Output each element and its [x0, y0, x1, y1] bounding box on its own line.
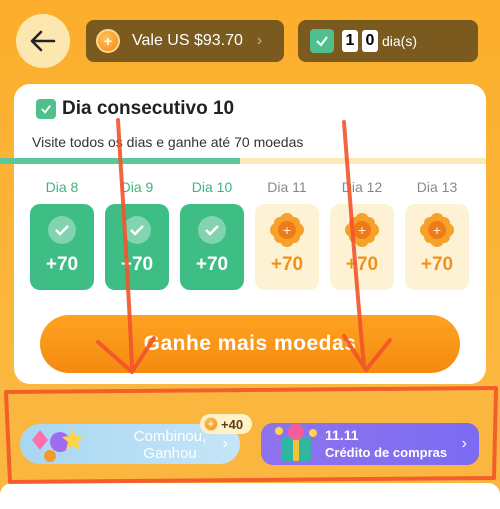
day-reward-box: +70 — [180, 204, 244, 290]
game-gems-icon — [32, 428, 84, 462]
streak-digit: 0 — [362, 30, 378, 52]
shopping-credit-date: 11.11 — [325, 427, 359, 443]
check-icon — [123, 216, 151, 244]
day-item: Dia 8 +70 — [30, 176, 94, 290]
day-label: Dia 10 — [191, 179, 233, 195]
card-title-text: Dia consecutivo 10 — [62, 98, 235, 119]
day-reward: +70 — [420, 254, 454, 275]
coin-flower-icon: + — [420, 213, 454, 247]
svg-text:+: + — [282, 224, 291, 237]
streak-digit: 1 — [342, 30, 358, 52]
day-label: Dia 9 — [120, 179, 154, 195]
day-label: Dia 11 — [267, 179, 307, 195]
streak-pill[interactable]: 1 0 dia(s) — [298, 20, 478, 62]
day-reward: +70 — [345, 254, 379, 275]
coin-icon: + — [204, 417, 218, 431]
earn-more-coins-button[interactable]: Ganhe mais moedas — [40, 315, 460, 373]
chevron-right-icon: › — [461, 435, 467, 452]
day-item: Dia 11 + +70 — [255, 176, 319, 290]
day-reward-box: +70 — [105, 204, 169, 290]
reward-badge: + +40 — [200, 414, 252, 434]
back-button[interactable] — [16, 14, 70, 68]
check-icon — [48, 216, 76, 244]
progress-track-remaining — [240, 158, 486, 164]
coin-flower-icon: + — [345, 213, 379, 247]
streak-unit: dia(s) — [382, 33, 418, 49]
day-reward: +70 — [195, 254, 229, 275]
coin-icon: + — [96, 29, 120, 53]
day-reward: +70 — [45, 254, 79, 275]
calendar-check-icon — [310, 29, 334, 53]
check-icon — [198, 216, 226, 244]
shopping-credit-title: Crédito de compras — [325, 445, 448, 460]
card-subtitle: Visite todos os dias e ganhe até 70 moed… — [32, 134, 304, 150]
coin-flower-icon: + — [270, 213, 304, 247]
day-item: Dia 13 + +70 — [405, 176, 469, 290]
bottom-sheet — [0, 483, 500, 509]
reward-badge-value: +40 — [221, 416, 244, 432]
shopping-credit-promo[interactable]: 11.11 Crédito de compras › — [261, 423, 479, 465]
shopping-credit-label: 11.11 Crédito de compras — [325, 427, 447, 461]
gift-shop-icon — [275, 424, 317, 461]
day-reward-box: +70 — [30, 204, 94, 290]
calendar-check-icon — [36, 99, 56, 119]
back-arrow-icon — [30, 30, 56, 52]
day-item: Dia 12 + +70 — [330, 176, 394, 290]
svg-text:+: + — [357, 224, 366, 237]
chevron-right-icon: › — [256, 32, 263, 49]
svg-text:+: + — [432, 224, 441, 237]
day-reward-box: + +70 — [255, 204, 319, 290]
day-item: Dia 9 +70 — [105, 176, 169, 290]
day-reward: +70 — [120, 254, 154, 275]
card-title: Dia consecutivo 10 — [36, 98, 234, 120]
day-reward: +70 — [270, 254, 304, 275]
day-label: Dia 8 — [45, 179, 79, 195]
day-label: Dia 12 — [341, 179, 383, 195]
day-reward-box: + +70 — [330, 204, 394, 290]
day-item: Dia 10 +70 — [180, 176, 244, 290]
balance-label: Vale US $93.70 — [132, 32, 243, 49]
day-label: Dia 13 — [416, 179, 458, 195]
balance-pill[interactable]: + Vale US $93.70 › — [86, 20, 284, 62]
chevron-right-icon: › — [222, 435, 228, 452]
day-reward-box: + +70 — [405, 204, 469, 290]
